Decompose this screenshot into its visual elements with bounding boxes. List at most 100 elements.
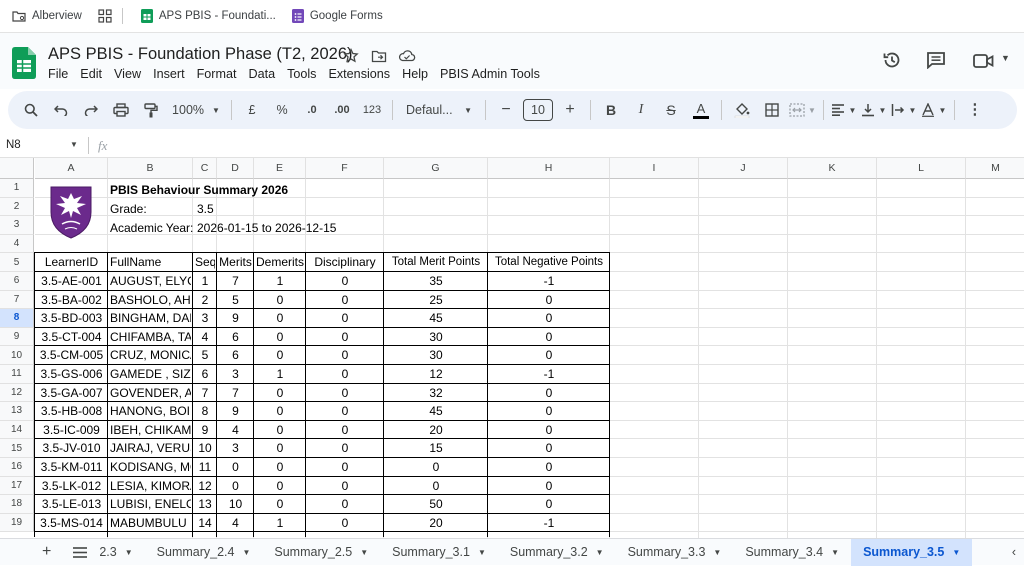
menu-help[interactable]: Help	[402, 67, 428, 81]
grade-value[interactable]: 3.5	[197, 201, 214, 218]
cell-seq[interactable]: 10	[195, 440, 215, 457]
cell-learner-id[interactable]: 3.5-CT-004	[37, 329, 106, 346]
row-header-4[interactable]: 4	[0, 234, 34, 254]
decrease-font-size-button[interactable]: −	[493, 96, 519, 124]
cell-total-negative-points[interactable]: 0	[490, 459, 608, 476]
row-header-6[interactable]: 6	[0, 272, 34, 291]
cell-seq[interactable]: 5	[195, 347, 215, 364]
cell-seq[interactable]: 13	[195, 496, 215, 513]
header-learner-id[interactable]: LearnerID	[37, 254, 106, 271]
cell-total-negative-points[interactable]: -1	[490, 366, 608, 383]
column-header-j[interactable]: J	[699, 158, 788, 179]
cell-demerits[interactable]: 1	[256, 515, 304, 532]
cell-seq[interactable]: 1	[195, 273, 215, 290]
cell-full-name[interactable]: CRUZ, MONICA	[110, 347, 191, 364]
cell-learner-id[interactable]: 3.5-LE-013	[37, 496, 106, 513]
cell-disciplinary[interactable]: 0	[308, 366, 382, 383]
more-options-button[interactable]: ⋮	[962, 96, 988, 124]
summary-title[interactable]: PBIS Behaviour Summary 2026	[110, 182, 288, 199]
cell-demerits[interactable]: 0	[256, 347, 304, 364]
cell-total-merit-points[interactable]: 35	[386, 273, 486, 290]
chevron-down-icon[interactable]: ▼	[952, 548, 960, 557]
horizontal-align-button[interactable]: ▼	[831, 96, 857, 124]
row-header-2[interactable]: 2	[0, 197, 34, 217]
cell-learner-id[interactable]: 3.5-AE-001	[37, 273, 106, 290]
text-rotation-button[interactable]: ▼	[921, 96, 947, 124]
cell-merits[interactable]: 4	[219, 515, 252, 532]
academic-year-value[interactable]: 2026-01-15 to 2026-12-15	[197, 220, 336, 237]
grade-label[interactable]: Grade:	[110, 201, 147, 218]
cell-demerits[interactable]: 0	[256, 422, 304, 439]
cell-seq[interactable]: 3	[195, 310, 215, 327]
column-header-a[interactable]: A	[35, 158, 108, 179]
more-formats-button[interactable]: 123	[359, 96, 385, 124]
cell-total-negative-points[interactable]: 0	[490, 329, 608, 346]
cell-demerits[interactable]: 0	[256, 459, 304, 476]
name-box[interactable]: N8 ▼	[6, 139, 80, 151]
header-disciplinary[interactable]: Disciplinary	[308, 254, 382, 271]
cell-disciplinary[interactable]: 0	[308, 292, 382, 309]
cell-total-merit-points[interactable]: 20	[386, 515, 486, 532]
menu-insert[interactable]: Insert	[153, 67, 185, 81]
cell-merits[interactable]: 7	[219, 273, 252, 290]
doc-title[interactable]: APS PBIS - Foundation Phase (T2, 2026)	[48, 45, 353, 64]
cloud-status-icon[interactable]	[398, 48, 416, 64]
header-total-merit-points[interactable]: Total Merit Points	[386, 254, 486, 271]
header-demerits[interactable]: Demerits	[256, 254, 304, 271]
row-header-16[interactable]: 16	[0, 458, 34, 477]
sheet-tab-summary-2-5[interactable]: Summary_2.5 ▼	[262, 539, 380, 566]
cell-seq[interactable]: 14	[195, 515, 215, 532]
formula-input[interactable]	[120, 136, 1010, 155]
menu-format[interactable]: Format	[197, 67, 237, 81]
column-header-d[interactable]: D	[217, 158, 254, 179]
header-merits[interactable]: Merits	[219, 254, 252, 271]
comment-icon[interactable]	[926, 51, 946, 69]
history-icon[interactable]	[882, 50, 902, 70]
row-header-15[interactable]: 15	[0, 439, 34, 458]
meet-video-icon[interactable]	[973, 53, 995, 69]
fill-color-button[interactable]	[729, 96, 755, 124]
cell-disciplinary[interactable]: 0	[308, 347, 382, 364]
cell-full-name[interactable]: CHIFAMBA, TA	[110, 329, 191, 346]
row-header-18[interactable]: 18	[0, 495, 34, 514]
cell-total-merit-points[interactable]: 32	[386, 385, 486, 402]
cell-total-merit-points[interactable]: 50	[386, 496, 486, 513]
cell-learner-id[interactable]: 3.5-BA-002	[37, 292, 106, 309]
cell-learner-id[interactable]: 3.5-GA-007	[37, 385, 106, 402]
cell-demerits[interactable]: 0	[256, 496, 304, 513]
bold-button[interactable]: B	[598, 96, 624, 124]
cell-learner-id[interactable]: 3.5-JV-010	[37, 440, 106, 457]
cell-total-negative-points[interactable]: 0	[490, 478, 608, 495]
row-header-9[interactable]: 9	[0, 327, 34, 347]
sheet-tab-2-3[interactable]: 2.3 ▼	[99, 539, 144, 566]
cell-demerits[interactable]: 1	[256, 366, 304, 383]
column-header-c[interactable]: C	[193, 158, 217, 179]
cell-demerits[interactable]: 0	[256, 385, 304, 402]
cell-seq[interactable]: 9	[195, 422, 215, 439]
cell-merits[interactable]: 3	[219, 366, 252, 383]
cell-full-name[interactable]: LUBISI, ENELO	[110, 496, 191, 513]
sheet-tab-summary-3-3[interactable]: Summary_3.3 ▼	[616, 539, 734, 566]
chevron-down-icon[interactable]: ▼	[360, 548, 368, 557]
merge-cells-button[interactable]: ▼	[789, 96, 816, 124]
cell-merits[interactable]: 3	[219, 440, 252, 457]
header-full-name[interactable]: FullName	[110, 254, 191, 271]
chevron-down-icon[interactable]: ▼	[713, 548, 721, 557]
undo-button[interactable]	[48, 96, 74, 124]
row-header-11[interactable]: 11	[0, 365, 34, 384]
font-size-input[interactable]: 10	[523, 99, 553, 121]
cell-learner-id[interactable]: 3.5-HB-008	[37, 403, 106, 420]
bookmark-aps-pbis[interactable]: APS PBIS - Foundati...	[137, 9, 280, 23]
column-header-b[interactable]: B	[108, 158, 193, 179]
italic-button[interactable]: I	[628, 96, 654, 124]
cell-seq[interactable]: 7	[195, 385, 215, 402]
row-header-14[interactable]: 14	[0, 420, 34, 440]
cell-total-negative-points[interactable]: 0	[490, 440, 608, 457]
cell-total-negative-points[interactable]: 0	[490, 403, 608, 420]
cell-disciplinary[interactable]: 0	[308, 496, 382, 513]
cell-disciplinary[interactable]: 0	[308, 440, 382, 457]
cell-total-negative-points[interactable]: 0	[490, 496, 608, 513]
cell-demerits[interactable]: 0	[256, 310, 304, 327]
sheet-tab-summary-3-5[interactable]: Summary_3.5 ▼	[851, 538, 973, 566]
cell-full-name[interactable]: JAIRAJ, VERUS	[110, 440, 191, 457]
